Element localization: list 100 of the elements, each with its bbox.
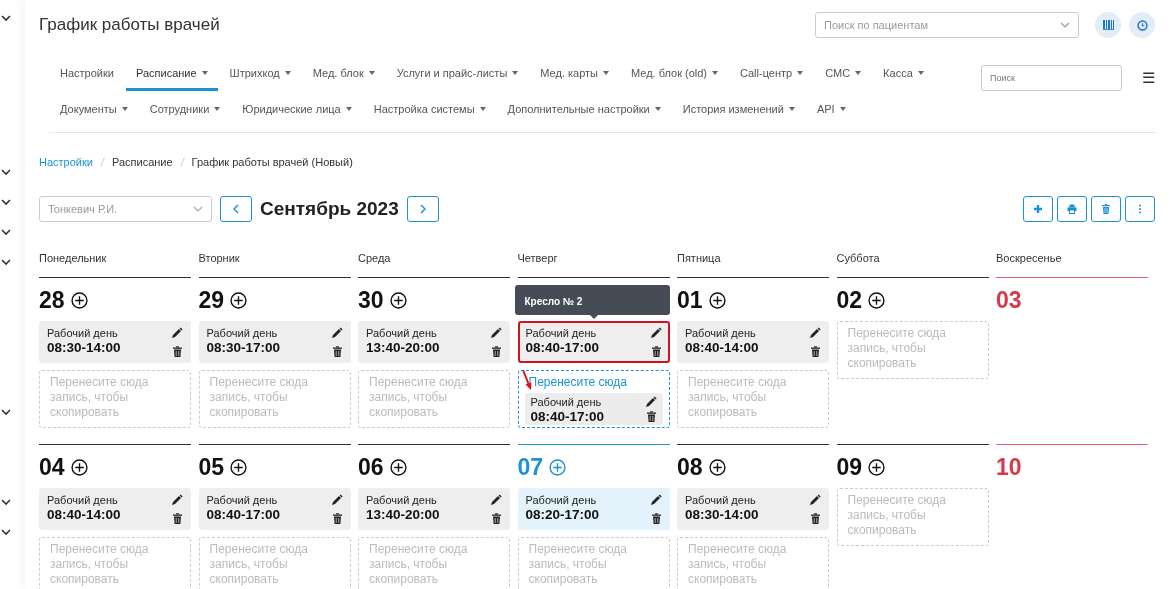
nav-tab[interactable]: Мед. карты [530,65,619,91]
nav-tab[interactable]: Касса [873,65,934,91]
nav-tab[interactable]: Услуги и прайс-листы [386,65,529,91]
chevron-icon[interactable] [1,258,11,266]
shift-time: 08:40-14:00 [47,507,121,523]
shift-card[interactable]: Рабочий день 13:40-20:00 [358,321,510,363]
chevron-icon[interactable] [1,228,11,236]
add-circle-icon[interactable] [868,458,886,476]
add-circle-icon[interactable] [230,291,248,309]
pencil-icon[interactable] [171,494,183,506]
delete-button[interactable] [1091,196,1121,222]
pencil-icon[interactable] [644,396,657,408]
shift-time: 08:30-17:00 [206,340,281,356]
date-number: 05 [198,454,225,480]
menu-button[interactable]: ☰ [1122,66,1155,90]
shift-card[interactable]: Рабочий день 08:30-14:00 [39,321,191,363]
pencil-icon[interactable] [490,494,502,506]
pencil-icon[interactable] [809,494,821,506]
next-month-button[interactable] [406,196,439,222]
chevron-icon[interactable] [1,528,11,536]
shift-card[interactable]: Рабочий день 08:30-17:00 [198,321,351,363]
nav-tab[interactable]: Юридические лица [232,101,362,127]
nav-tab[interactable]: Настройки [50,65,124,91]
chevron-icon[interactable] [1,168,11,176]
shift-card[interactable]: Рабочий день 08:20-17:00 [517,488,670,530]
date-number: 07 [517,454,544,480]
page-title: График работы врачей [39,14,220,37]
chevron-icon[interactable] [1,14,11,22]
dragged-shift-card[interactable]: Рабочий день 08:40-17:00 [524,393,663,425]
drop-hint-text: Перенесите сюда запись, чтобы скопировать [209,542,308,586]
pencil-icon[interactable] [649,327,662,339]
shift-card[interactable]: Рабочий день 08:30-14:00 [677,488,829,530]
date-number: 10 [996,454,1022,480]
chevron-icon[interactable] [1,498,11,506]
chevron-icon [1060,21,1070,29]
trash-icon[interactable] [645,411,657,422]
date-number: 01 [677,287,703,313]
add-circle-icon[interactable] [708,291,726,309]
trash-icon[interactable] [331,346,343,357]
separator-icon [179,157,185,167]
date-number: 09 [836,454,863,480]
search-field[interactable]: Поиск [981,65,1122,91]
add-circle-icon[interactable] [389,291,407,309]
nav-tab[interactable]: Call-центр [730,65,814,91]
trash-icon[interactable] [331,513,343,524]
trash-icon[interactable] [810,346,821,357]
add-circle-icon[interactable] [70,291,88,309]
shift-card[interactable]: Рабочий день 08:40-17:00 [517,321,670,363]
add-button[interactable] [1023,196,1053,222]
more-button[interactable] [1125,196,1155,222]
previous-month-button[interactable] [220,196,252,222]
add-circle-icon[interactable] [868,291,886,309]
shift-time: 08:40-17:00 [530,409,605,425]
chevron-icon[interactable] [1,198,11,206]
nav-tab[interactable]: API [806,101,856,127]
print-button[interactable] [1057,196,1087,222]
weekday-label: Четверг [517,250,558,266]
nav-tab[interactable]: Штрихкод [219,65,301,91]
pencil-icon[interactable] [171,327,183,339]
drop-zone[interactable]: Перенесите сюда Рабочий день 08:40-17:00 [517,370,670,428]
nav-tab[interactable]: Расписание [125,65,218,91]
drop-hint-text: Перенесите сюда запись, чтобы скопировать [688,375,787,419]
shift-card[interactable]: Рабочий день 08:40-14:00 [677,321,829,363]
shift-label: Рабочий день [366,327,438,340]
drop-hint-text: Перенесите сюда запись, чтобы скопировать [50,542,149,586]
nav-tab[interactable]: Сотрудники [139,101,231,127]
trash-icon[interactable] [650,513,662,524]
add-circle-icon[interactable] [230,458,248,476]
trash-icon[interactable] [650,346,662,357]
nav-tab[interactable]: История изменений [672,101,805,127]
shift-card[interactable]: Рабочий день 13:40-20:00 [358,488,510,530]
shift-time: 13:40-20:00 [366,340,440,356]
pencil-icon[interactable] [649,494,662,506]
barcode-button[interactable] [1095,12,1121,38]
nav-tab[interactable]: Мед. блок [302,65,385,91]
trash-icon[interactable] [491,346,502,357]
shift-card[interactable]: Рабочий день 08:40-14:00 [39,488,191,530]
trash-icon[interactable] [172,513,183,524]
placeholder-text: Поиск по пациентам [824,17,928,33]
trash-icon[interactable] [172,346,183,357]
pencil-icon[interactable] [490,327,502,339]
pencil-icon[interactable] [330,327,343,339]
nav-tab[interactable]: СМС [815,65,872,91]
chevron-icon[interactable] [1,408,11,416]
add-circle-icon[interactable] [389,458,407,476]
add-circle-icon[interactable] [70,458,88,476]
pencil-icon[interactable] [809,327,821,339]
add-circle-icon[interactable] [708,458,726,476]
history-button[interactable] [1129,12,1155,38]
nav-tab[interactable]: Дополнительные настройки [497,101,671,127]
trash-icon[interactable] [810,513,821,524]
date-number: 02 [836,287,863,313]
shift-time: 13:40-20:00 [366,507,440,523]
nav-tab[interactable]: Настройка системы [363,101,496,127]
pencil-icon[interactable] [330,494,343,506]
breadcrumb-link[interactable]: Настройки [39,153,93,171]
shift-card[interactable]: Рабочий день 08:40-17:00 [198,488,351,530]
nav-tab[interactable]: Документы [50,101,138,127]
trash-icon[interactable] [491,513,502,524]
nav-tab[interactable]: Мед. блок (old) [621,65,729,91]
